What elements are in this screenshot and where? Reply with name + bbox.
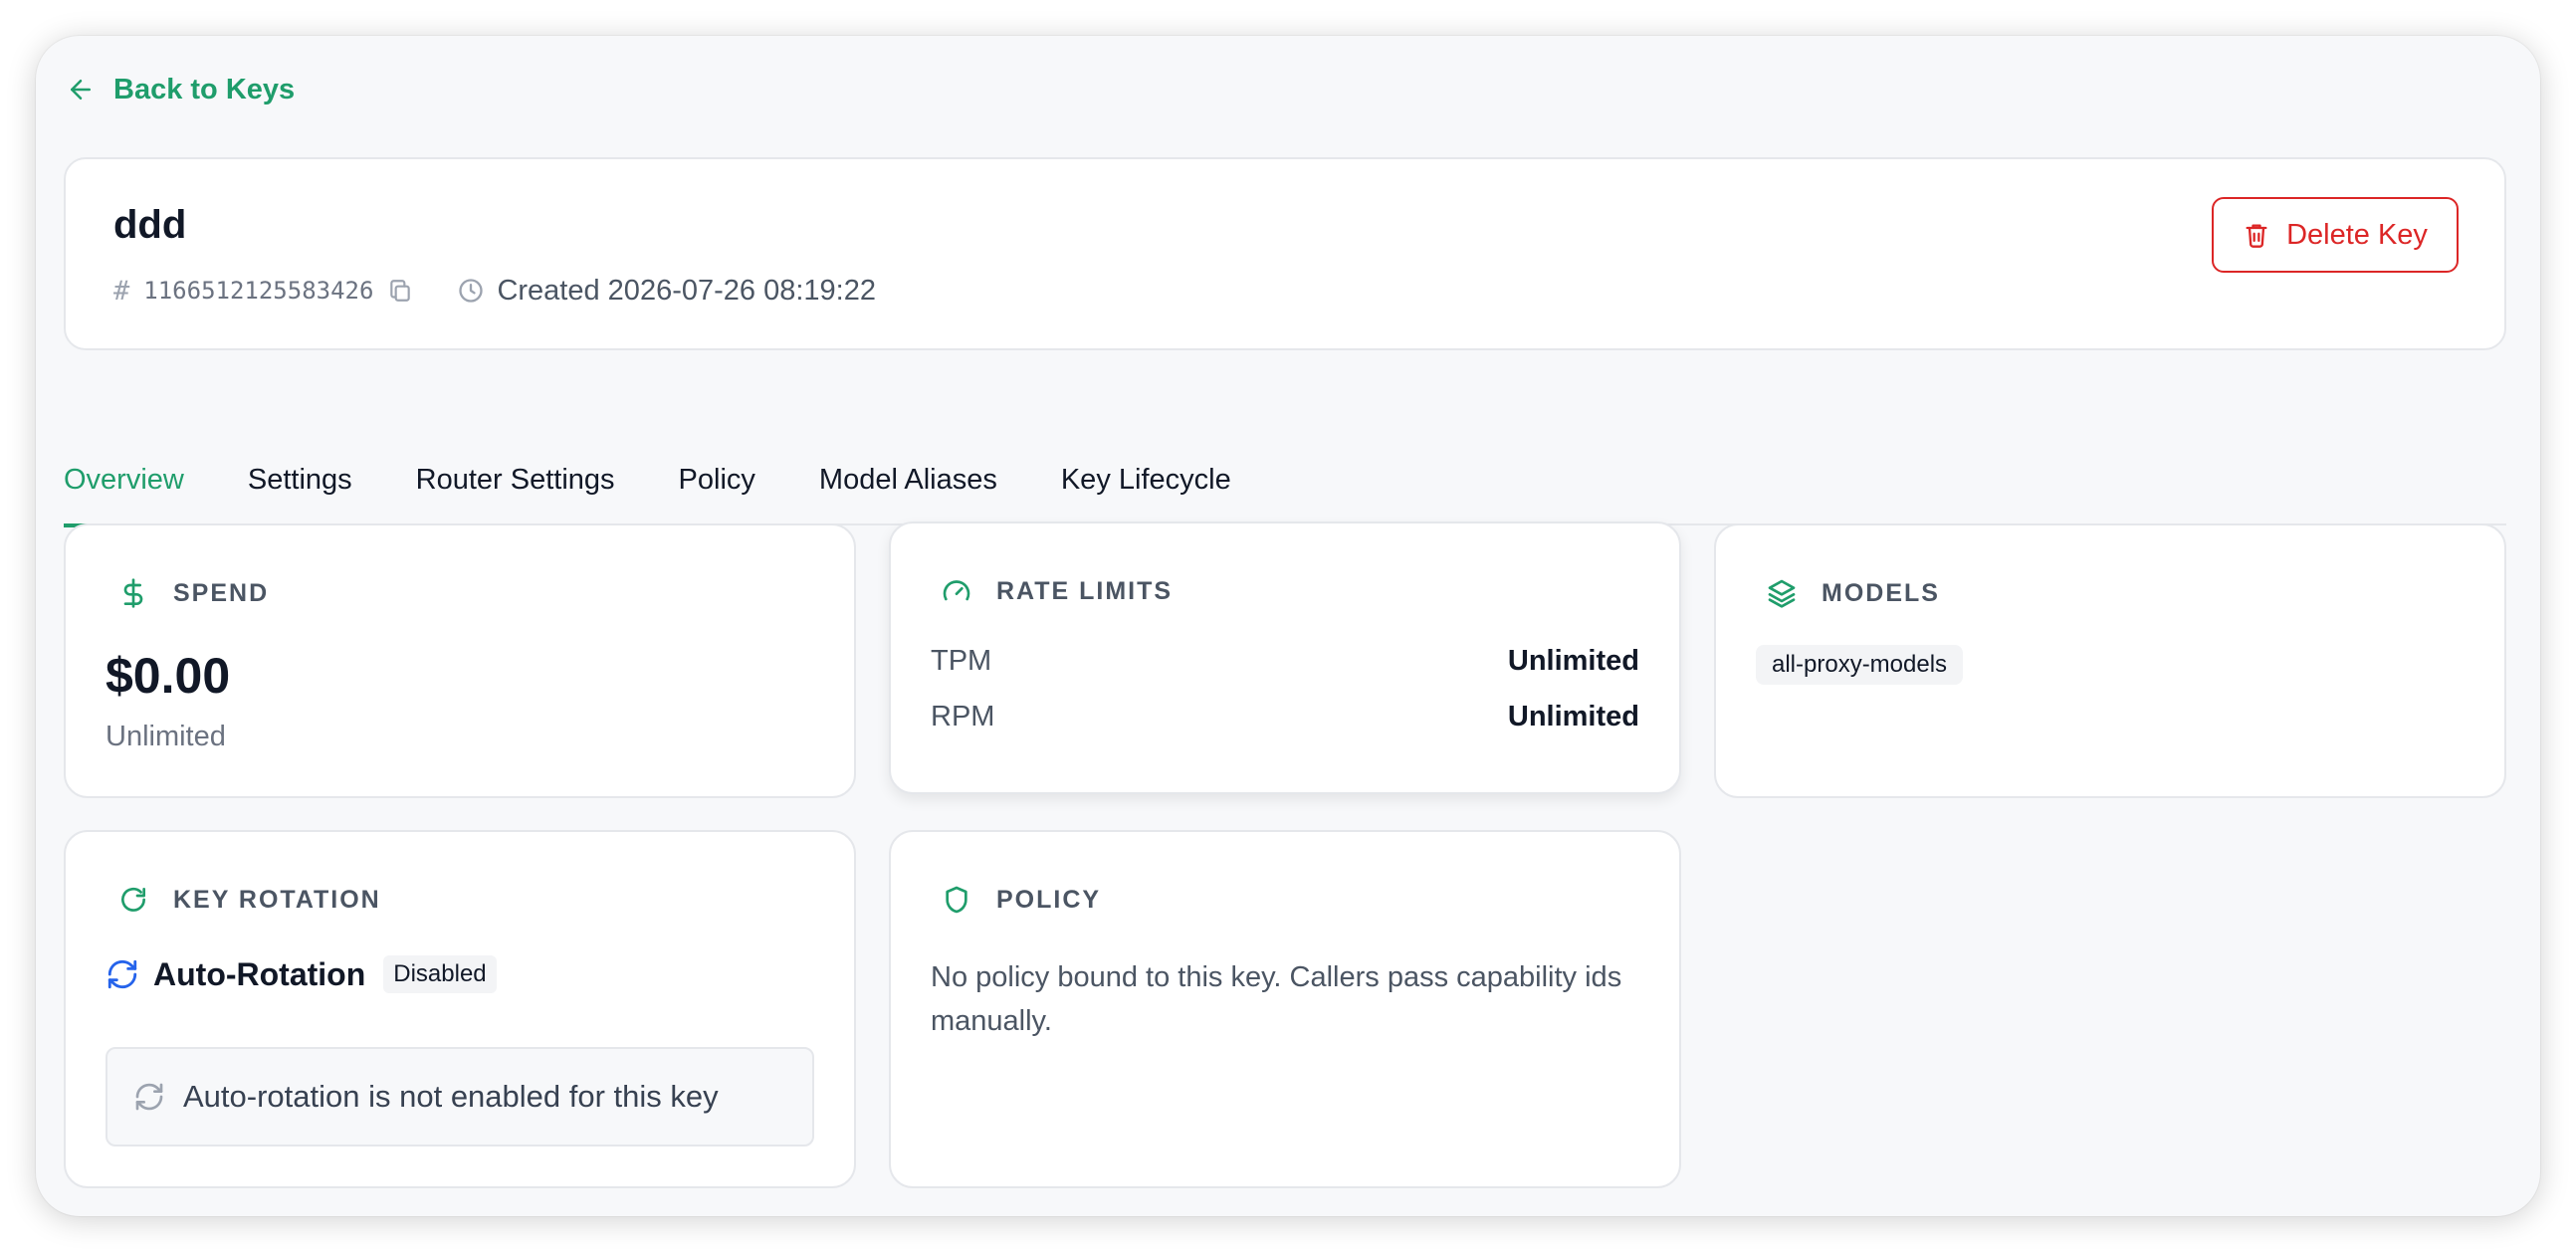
gauge-icon [943, 580, 970, 601]
refresh-icon [121, 887, 145, 912]
tab-model-aliases[interactable]: Model Aliases [819, 430, 997, 525]
spend-title: SPEND [173, 578, 270, 607]
rate-limits-title: RATE LIMITS [996, 576, 1174, 605]
key-rotation-card: KEY ROTATION Auto-Rotation Disabled Auto… [64, 830, 856, 1188]
policy-title: POLICY [996, 885, 1102, 914]
auto-rotation-notice: Auto-rotation is not enabled for this ke… [106, 1047, 814, 1147]
rate-limit-value: Unlimited [1507, 645, 1639, 677]
clock-icon [459, 279, 484, 303]
policy-card-header: POLICY [941, 882, 1101, 918]
back-to-keys-label: Back to Keys [113, 73, 296, 105]
rate-limit-label: TPM [931, 645, 992, 677]
trash-icon [2246, 224, 2267, 248]
rate-limits-card: RATE LIMITS TPM Unlimited RPM Unlimited [889, 522, 1681, 794]
hash-icon: # [113, 275, 130, 307]
key-rotation-title: KEY ROTATION [173, 885, 381, 914]
tab-key-lifecycle[interactable]: Key Lifecycle [1061, 430, 1231, 525]
arrow-left-icon [71, 80, 91, 100]
spend-card-header: SPEND [117, 575, 269, 611]
rate-limit-row-tpm: TPM Unlimited [931, 645, 1639, 678]
layers-icon [1768, 579, 1796, 608]
delete-key-label: Delete Key [2286, 218, 2428, 251]
tab-overview[interactable]: Overview [64, 430, 184, 527]
key-rotation-card-header: KEY ROTATION [117, 882, 381, 918]
rate-limit-value: Unlimited [1507, 701, 1639, 732]
key-header-card: ddd # 1166512125583426 Created 2026-07-2… [64, 157, 2506, 350]
back-to-keys-link[interactable]: Back to Keys [66, 66, 295, 113]
tab-policy[interactable]: Policy [679, 430, 755, 525]
shield-icon [946, 886, 967, 914]
rate-limit-label: RPM [931, 701, 995, 732]
auto-rotation-notice-text: Auto-rotation is not enabled for this ke… [183, 1079, 719, 1114]
model-tag: all-proxy-models [1756, 645, 1964, 685]
key-meta-row: # 1166512125583426 Created 2026-07-26 08… [113, 271, 876, 311]
tab-bar: Overview Settings Router Settings Policy… [64, 430, 2506, 527]
refresh-icon [135, 1083, 163, 1111]
copy-icon[interactable] [387, 278, 413, 304]
created-timestamp: Created 2026-07-26 08:19:22 [497, 274, 876, 307]
auto-rotation-heading: Auto-Rotation [153, 955, 366, 992]
spend-card: SPEND $0.00 Unlimited [64, 523, 856, 798]
rotate-arrows-icon [107, 959, 137, 989]
policy-description: No policy bound to this key. Callers pas… [931, 961, 1622, 1037]
rate-limits-card-header: RATE LIMITS [941, 573, 1173, 609]
key-detail-window: Back to Keys ddd # 1166512125583426 Crea… [36, 36, 2540, 1216]
rate-limit-row-rpm: RPM Unlimited [931, 701, 1639, 733]
models-card-header: MODELS [1766, 575, 1940, 611]
models-title: MODELS [1822, 578, 1940, 607]
delete-key-button[interactable]: Delete Key [2212, 197, 2459, 273]
status-badge: Disabled [383, 955, 497, 993]
key-name: ddd [113, 203, 187, 247]
key-id: 1166512125583426 [143, 277, 374, 305]
spend-limit: Unlimited [106, 721, 226, 752]
models-card: MODELS all-proxy-models [1714, 523, 2506, 798]
spend-value: $0.00 [106, 648, 231, 704]
tab-router-settings[interactable]: Router Settings [416, 430, 615, 525]
policy-card: POLICY No policy bound to this key. Call… [889, 830, 1681, 1188]
auto-rotation-row: Auto-Rotation Disabled [106, 955, 497, 993]
dollar-icon [123, 578, 143, 608]
tab-settings[interactable]: Settings [248, 430, 352, 525]
